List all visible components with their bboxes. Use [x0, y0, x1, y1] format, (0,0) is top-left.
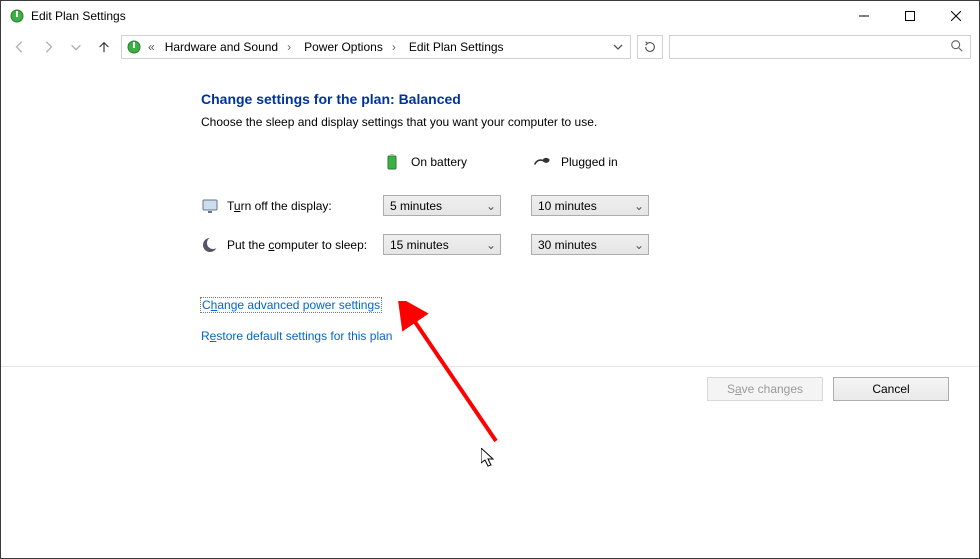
breadcrumb-segment[interactable]: Hardware and Sound ›: [161, 40, 296, 54]
turn-off-display-label: Turn off the display:: [201, 197, 383, 215]
sleep-label: Put the computer to sleep:: [201, 236, 383, 254]
search-icon: [950, 39, 964, 56]
power-options-icon: [126, 39, 142, 55]
select-value: 30 minutes: [538, 238, 597, 252]
cancel-button[interactable]: Cancel: [833, 377, 949, 401]
up-button[interactable]: [93, 36, 115, 58]
chevron-right-icon[interactable]: ›: [282, 40, 296, 54]
search-box[interactable]: [669, 35, 971, 59]
mouse-cursor-icon: [481, 448, 497, 468]
chevron-right-icon[interactable]: ›: [387, 40, 401, 54]
breadcrumb-text: Edit Plan Settings: [405, 40, 508, 54]
window-title: Edit Plan Settings: [31, 9, 126, 23]
address-bar[interactable]: « Hardware and Sound › Power Options › E…: [121, 35, 631, 59]
breadcrumb-segment[interactable]: Edit Plan Settings: [405, 40, 508, 54]
sleep-battery-select[interactable]: 15 minutes ⌄: [383, 234, 501, 255]
chevron-down-icon: ⌄: [486, 199, 496, 213]
edit-plan-settings-window: Edit Plan Settings: [0, 0, 980, 559]
recent-locations-button[interactable]: [65, 36, 87, 58]
title-bar-left: Edit Plan Settings: [1, 8, 126, 24]
turn-off-display-row: Turn off the display: 5 minutes ⌄ 10 min…: [201, 195, 939, 216]
display-icon: [201, 197, 219, 215]
refresh-button[interactable]: [637, 35, 663, 59]
power-options-icon: [9, 8, 25, 24]
plugged-in-label: Plugged in: [561, 155, 618, 169]
save-changes-button[interactable]: Save changes: [707, 377, 823, 401]
breadcrumb-text: Power Options: [300, 40, 387, 54]
display-plugged-select[interactable]: 10 minutes ⌄: [531, 195, 649, 216]
close-button[interactable]: [933, 1, 979, 31]
page-title: Change settings for the plan: Balanced: [201, 91, 939, 107]
change-advanced-power-settings-link[interactable]: Change advanced power settings: [200, 297, 382, 313]
window-controls: [841, 1, 979, 31]
plugged-in-header: Plugged in: [533, 153, 683, 171]
navigation-row: « Hardware and Sound › Power Options › E…: [1, 31, 979, 67]
select-value: 10 minutes: [538, 199, 597, 213]
nav-arrows: [9, 36, 115, 58]
chevron-down-icon: ⌄: [634, 238, 644, 252]
restore-defaults-link[interactable]: Restore default settings for this plan: [201, 329, 392, 343]
links-section: Change advanced power settings Restore d…: [201, 297, 939, 359]
chevron-down-icon: ⌄: [486, 238, 496, 252]
footer: Save changes Cancel: [1, 366, 979, 410]
sleep-row: Put the computer to sleep: 15 minutes ⌄ …: [201, 234, 939, 255]
select-value: 15 minutes: [390, 238, 449, 252]
column-headers: On battery Plugged in: [383, 153, 939, 171]
on-battery-label: On battery: [411, 155, 467, 169]
sleep-plugged-select[interactable]: 30 minutes ⌄: [531, 234, 649, 255]
chevron-down-icon: ⌄: [634, 199, 644, 213]
address-history-button[interactable]: [610, 42, 626, 52]
minimize-button[interactable]: [841, 1, 887, 31]
maximize-button[interactable]: [887, 1, 933, 31]
breadcrumb-text: Hardware and Sound: [161, 40, 282, 54]
back-button[interactable]: [9, 36, 31, 58]
plug-icon: [533, 153, 551, 171]
title-bar: Edit Plan Settings: [1, 1, 979, 31]
display-battery-select[interactable]: 5 minutes ⌄: [383, 195, 501, 216]
battery-icon: [383, 153, 401, 171]
on-battery-header: On battery: [383, 153, 533, 171]
breadcrumb-segment[interactable]: Power Options ›: [300, 40, 401, 54]
breadcrumb-prefix: «: [146, 40, 157, 54]
page-subtitle: Choose the sleep and display settings th…: [201, 115, 939, 129]
moon-icon: [201, 236, 219, 254]
forward-button[interactable]: [37, 36, 59, 58]
content-area: Change settings for the plan: Balanced C…: [1, 67, 979, 558]
select-value: 5 minutes: [390, 199, 442, 213]
